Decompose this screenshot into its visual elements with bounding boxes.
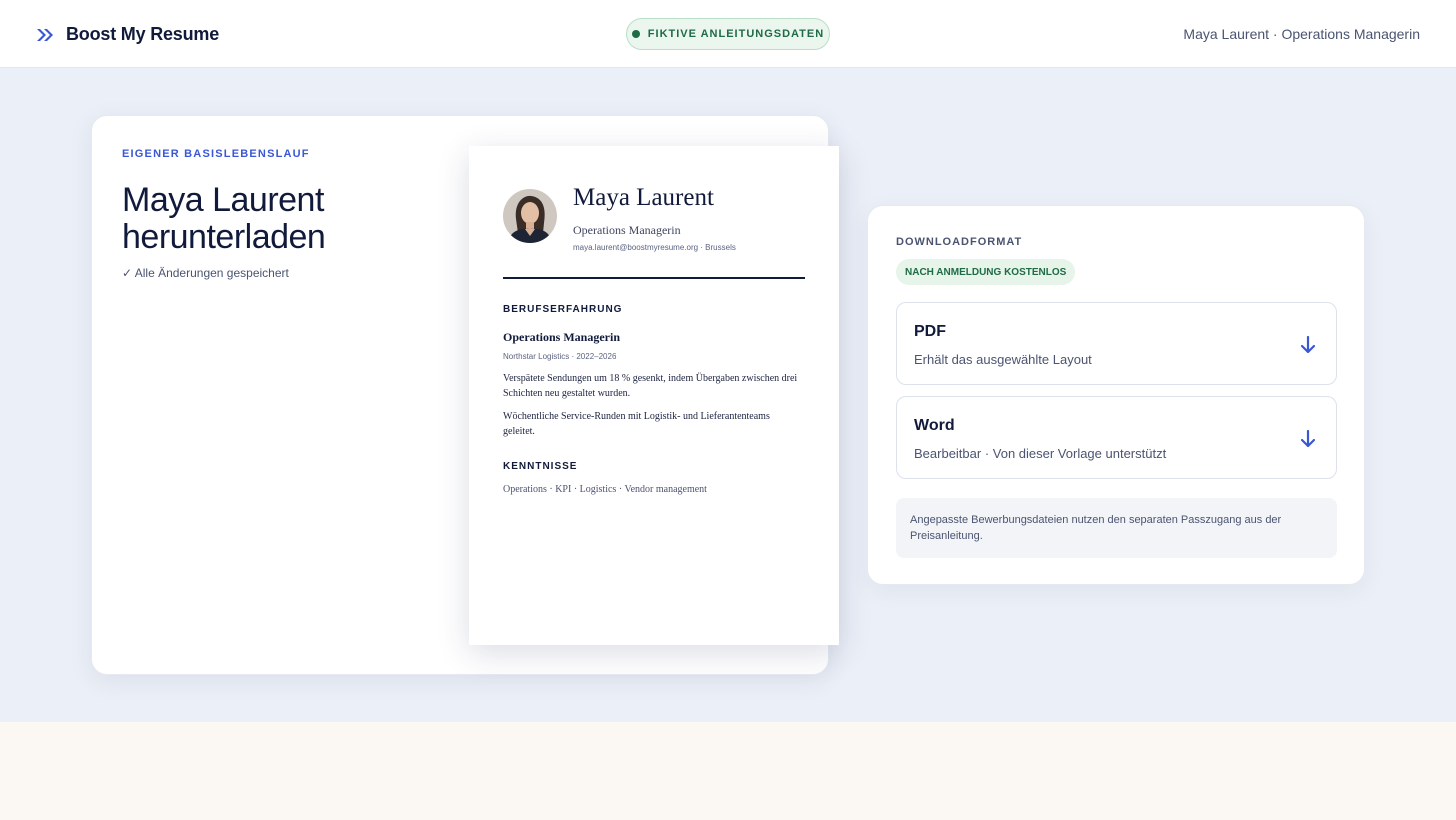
double-chevron-right-icon [36, 25, 56, 45]
experience-heading: BERUFSERFAHRUNG [503, 304, 623, 315]
job-bullet-2: Wöchentliche Service-Runden mit Logistik… [503, 411, 770, 437]
job-company: Northstar Logistics · 2022–2026 [503, 352, 617, 361]
skills-list: Operations · KPI · Logistics · Vendor ma… [503, 484, 707, 495]
word-option-description: Bearbeitbar · Von dieser Vorlage unterst… [914, 446, 1167, 461]
pdf-option-description: Erhält das ausgewählte Layout [914, 352, 1092, 367]
preview-role: Operations Managerin [573, 223, 681, 237]
preview-name: Maya Laurent [573, 184, 714, 211]
main-content: EIGENER BASISLEBENSLAUF Maya Laurent her… [0, 68, 1456, 722]
footer-area [0, 722, 1456, 820]
preview-contact: maya.laurent@boostmyresume.org · Brussel… [573, 243, 736, 252]
job-bullet-1: Verspätete Sendungen um 18 % gesenkt, in… [503, 373, 798, 399]
download-arrow-icon[interactable] [1298, 429, 1318, 449]
status-dot-icon [631, 30, 640, 38]
brand-logo-link[interactable]: Boost My Resume [36, 24, 219, 45]
free-after-login-badge: NACH ANMELDUNG KOSTENLOS [896, 259, 1076, 285]
download-eyebrow: DOWNLOADFORMAT [896, 236, 1023, 248]
page-title: Maya Laurent herunterladen [122, 181, 326, 256]
demo-data-badge: FIKTIVE ANLEITUNGSDATEN [626, 18, 830, 50]
job-title: Operations Managerin [503, 330, 620, 344]
download-arrow-icon[interactable] [1298, 335, 1318, 355]
save-status: ✓ Alle Änderungen gespeichert [122, 266, 289, 280]
resume-eyebrow: EIGENER BASISLEBENSLAUF [122, 148, 310, 160]
pdf-download-option[interactable]: PDF Erhält das ausgewählte Layout [896, 302, 1337, 385]
preview-divider [503, 277, 805, 279]
word-download-option[interactable]: Word Bearbeitbar · Von dieser Vorlage un… [896, 396, 1337, 479]
brand-name: Boost My Resume [66, 24, 220, 44]
word-option-title: Word [914, 417, 955, 434]
user-info: Maya Laurent · Operations Managerin [1183, 26, 1420, 42]
demo-data-label: FIKTIVE ANLEITUNGSDATEN [647, 28, 825, 40]
avatar [503, 189, 557, 243]
pdf-option-title: PDF [914, 323, 946, 340]
skills-heading: KENNTNISSE [503, 461, 578, 472]
pricing-note: Angepasste Bewerbungsdateien nutzen den … [896, 498, 1337, 558]
top-bar: Boost My Resume FIKTIVE ANLEITUNGSDATEN … [0, 0, 1456, 68]
resume-preview[interactable]: Maya Laurent Operations Managerin maya.l… [469, 146, 839, 645]
download-card: DOWNLOADFORMAT NACH ANMELDUNG KOSTENLOS … [867, 205, 1365, 585]
